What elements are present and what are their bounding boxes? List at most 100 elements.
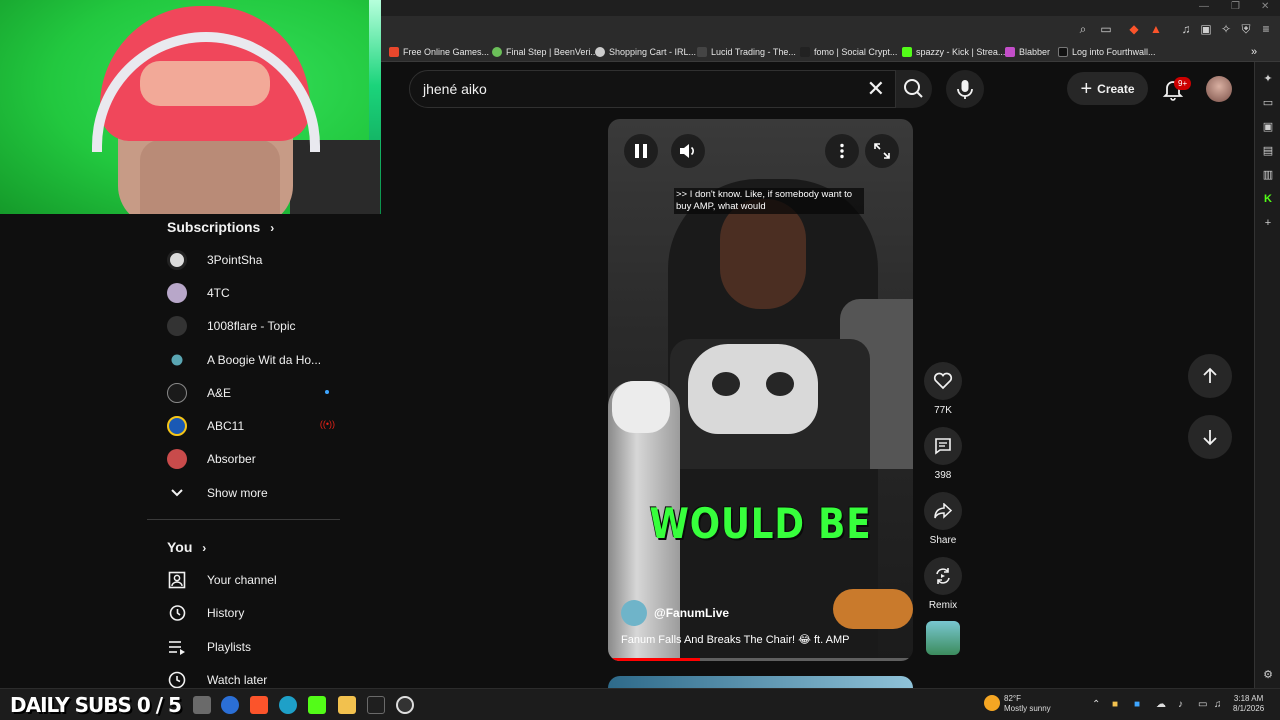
next-short-button[interactable] bbox=[1188, 415, 1232, 459]
previous-short-button[interactable] bbox=[1188, 354, 1232, 398]
leo-ai-icon[interactable]: ✦ bbox=[1261, 72, 1275, 86]
chevron-down-icon bbox=[167, 483, 187, 503]
maximize-icon[interactable]: ❐ bbox=[1231, 1, 1240, 12]
share-action[interactable]: Share bbox=[924, 492, 962, 546]
subscription-label: 3PointSha bbox=[207, 252, 263, 267]
edge-icon[interactable] bbox=[279, 696, 297, 714]
subscription-item[interactable]: 3PointSha bbox=[167, 243, 337, 276]
next-short-preview[interactable] bbox=[608, 676, 913, 688]
volume-button[interactable] bbox=[671, 134, 705, 168]
remix-button[interactable] bbox=[924, 557, 962, 595]
search-box[interactable]: jhené aiko ✕ bbox=[409, 70, 896, 108]
subscription-item[interactable]: Absorber bbox=[167, 442, 337, 475]
video-food bbox=[833, 589, 913, 629]
microphone-tray-icon[interactable]: ♪ bbox=[1178, 699, 1183, 710]
bookmark-label: Blabber bbox=[1019, 47, 1051, 57]
search-button[interactable] bbox=[896, 70, 932, 108]
channel-avatar bbox=[621, 600, 647, 626]
bookmark[interactable]: fomo | Social Crypt... bbox=[800, 45, 897, 59]
like-button[interactable] bbox=[924, 362, 962, 400]
subscription-item[interactable]: 4TC bbox=[167, 276, 337, 309]
history-side-icon[interactable]: ▥ bbox=[1261, 168, 1275, 182]
bookmark[interactable]: Free Online Games... bbox=[389, 45, 489, 59]
bookmark[interactable]: Lucid Trading - The... bbox=[697, 45, 796, 59]
watch-later-label: Watch later bbox=[207, 672, 268, 687]
zoom-icon[interactable]: ⌕ bbox=[1075, 21, 1091, 37]
comment-button[interactable] bbox=[924, 427, 962, 465]
create-label: Create bbox=[1097, 81, 1135, 96]
menu-icon[interactable]: ≡ bbox=[1258, 21, 1274, 37]
fullscreen-button[interactable] bbox=[865, 134, 899, 168]
channel-avatar bbox=[167, 249, 187, 270]
bookmarks-side-icon[interactable]: ▤ bbox=[1261, 144, 1275, 158]
subscription-item[interactable]: 1008flare - Topic bbox=[167, 309, 337, 342]
cloud-icon[interactable]: ☁ bbox=[1156, 699, 1166, 710]
settings-icon[interactable]: ⚙ bbox=[1261, 668, 1275, 682]
subscription-item[interactable]: A Boogie Wit da Ho... bbox=[167, 343, 337, 376]
playlists-item[interactable]: Playlists bbox=[167, 630, 337, 663]
show-more-button[interactable]: Show more bbox=[167, 476, 337, 509]
system-clock[interactable]: 3:18 AM 8/1/2026 bbox=[1233, 694, 1264, 714]
voice-search-button[interactable] bbox=[946, 70, 984, 108]
more-vertical-icon bbox=[840, 143, 844, 159]
music-icon[interactable]: ♫ bbox=[1178, 21, 1194, 37]
obs-icon[interactable] bbox=[396, 696, 414, 714]
you-header[interactable]: You › bbox=[167, 539, 206, 555]
playlists-icon bbox=[167, 637, 187, 657]
network-icon[interactable]: ▭ bbox=[1198, 699, 1207, 710]
bookmark[interactable]: Blabber bbox=[1005, 45, 1050, 59]
app-icon[interactable] bbox=[221, 696, 239, 714]
video-title[interactable]: Fanum Falls And Breaks The Chair! 😂 ft. … bbox=[621, 633, 849, 646]
weather-widget[interactable]: 82°F Mostly sunny bbox=[1004, 694, 1051, 714]
sound-thumbnail[interactable] bbox=[926, 621, 960, 655]
more-options-button[interactable] bbox=[825, 134, 859, 168]
create-button[interactable]: + Create bbox=[1067, 72, 1148, 105]
channel-link[interactable]: @FanumLive bbox=[621, 600, 729, 626]
your-channel-item[interactable]: Your channel bbox=[167, 563, 337, 596]
like-action[interactable]: 77K bbox=[924, 362, 962, 416]
progress-bar[interactable] bbox=[608, 658, 913, 661]
minimize-icon[interactable]: — bbox=[1199, 1, 1209, 12]
subscription-item[interactable]: ABC11 ((•)) bbox=[167, 409, 337, 442]
bookmark[interactable]: Final Step | BeenVeri... bbox=[492, 45, 598, 59]
clear-search-icon[interactable]: ✕ bbox=[867, 77, 885, 101]
share-button[interactable] bbox=[924, 492, 962, 530]
pause-button[interactable] bbox=[624, 134, 658, 168]
brave-shields-icon[interactable]: ◆ bbox=[1126, 21, 1142, 37]
bookmark-favicon-icon bbox=[1005, 47, 1015, 57]
rewards-icon[interactable]: ▲ bbox=[1148, 21, 1164, 37]
subscriptions-header[interactable]: Subscriptions › bbox=[167, 219, 274, 235]
cast-icon[interactable]: ▭ bbox=[1098, 21, 1114, 37]
kick-app-icon[interactable] bbox=[308, 696, 326, 714]
account-avatar[interactable] bbox=[1206, 76, 1232, 102]
reading-list-icon[interactable]: ▭ bbox=[1261, 96, 1275, 110]
brave-browser-icon[interactable] bbox=[250, 696, 268, 714]
history-item[interactable]: History bbox=[167, 596, 337, 629]
extensions-icon[interactable]: ✧ bbox=[1218, 21, 1234, 37]
kick-icon[interactable]: K bbox=[1261, 192, 1275, 206]
comment-action[interactable]: 398 bbox=[924, 427, 962, 481]
vpn-icon[interactable]: ⛨ bbox=[1238, 21, 1254, 37]
chevron-up-icon[interactable]: ⌃ bbox=[1092, 699, 1100, 710]
close-window-icon[interactable]: ✕ bbox=[1261, 1, 1269, 12]
search-input[interactable]: jhené aiko bbox=[423, 81, 487, 97]
bookmark[interactable]: Log into Fourthwall... bbox=[1058, 45, 1156, 59]
wallet-icon[interactable]: ▣ bbox=[1198, 21, 1214, 37]
bookmark[interactable]: spazzy - Kick | Strea... bbox=[902, 45, 1005, 59]
tray-app-icon[interactable]: ■ bbox=[1134, 699, 1140, 710]
bookmarks-overflow-icon[interactable]: » bbox=[1251, 45, 1257, 59]
windows-taskbar: DAILY SUBS 0 / 5 82°F Mostly sunny ⌃ ■ ■… bbox=[0, 688, 1280, 720]
task-view-icon[interactable] bbox=[193, 696, 211, 714]
weather-icon bbox=[984, 695, 1000, 711]
remix-action[interactable]: Remix bbox=[924, 557, 962, 611]
wallet-side-icon[interactable]: ▣ bbox=[1261, 120, 1275, 134]
terminal-icon[interactable] bbox=[367, 696, 385, 714]
file-explorer-icon[interactable] bbox=[338, 696, 356, 714]
subscription-item[interactable]: A&E bbox=[167, 376, 337, 409]
tray-app-icon[interactable]: ■ bbox=[1112, 699, 1118, 710]
add-panel-icon[interactable]: + bbox=[1261, 216, 1275, 230]
chevron-right-icon: › bbox=[270, 221, 275, 235]
shorts-player[interactable]: >> I don't know. Like, if somebody want … bbox=[608, 119, 913, 661]
speaker-icon[interactable]: ♫ bbox=[1214, 699, 1222, 710]
bookmark[interactable]: Shopping Cart - IRL... bbox=[595, 45, 696, 59]
